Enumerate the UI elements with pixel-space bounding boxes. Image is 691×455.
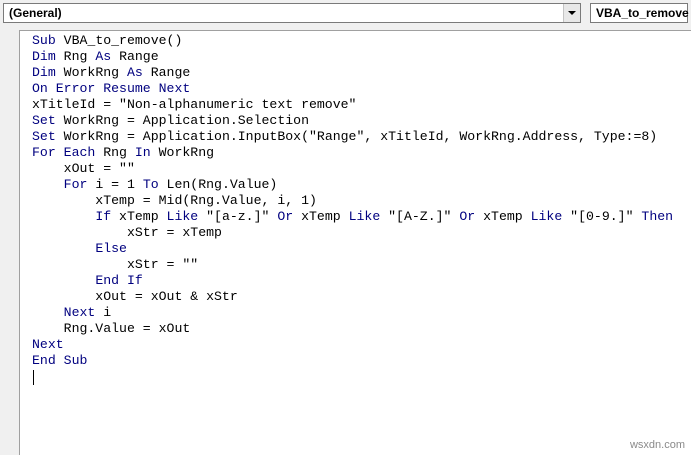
code-keyword: As: [126, 65, 143, 80]
code-line[interactable]: Sub VBA_to_remove(): [32, 33, 673, 49]
code-keyword: Dim: [32, 65, 56, 80]
code-token: xTemp: [475, 209, 531, 224]
code-line[interactable]: On Error Resume Next: [32, 81, 673, 97]
code-token: xTemp: [293, 209, 349, 224]
code-token: WorkRng = Application.InputBox("Range", …: [55, 129, 658, 144]
code-token: WorkRng: [150, 145, 215, 160]
code-keyword: On Error Resume Next: [32, 81, 191, 96]
code-keyword: For: [63, 177, 88, 192]
chevron-down-icon: [568, 11, 576, 15]
code-token: xOut = xOut & xStr: [32, 289, 238, 304]
code-line[interactable]: xTitleId = "Non-alphanumeric text remove…: [32, 97, 673, 113]
code-token: i = 1: [87, 177, 143, 192]
code-token: i: [95, 305, 112, 320]
code-token: xStr = "": [32, 257, 199, 272]
code-keyword: As: [95, 49, 112, 64]
code-line[interactable]: Next i: [32, 305, 673, 321]
code-line[interactable]: End Sub: [32, 353, 673, 369]
code-token: "[A-Z.]": [380, 209, 460, 224]
object-dropdown[interactable]: (General): [3, 3, 581, 23]
code-line[interactable]: Dim WorkRng As Range: [32, 65, 673, 81]
object-dropdown-button[interactable]: [563, 4, 580, 22]
code-token: "[0-9.]": [562, 209, 642, 224]
code-line[interactable]: Set WorkRng = Application.InputBox("Rang…: [32, 129, 673, 145]
code-line[interactable]: If xTemp Like "[a-z.]" Or xTemp Like "[A…: [32, 209, 673, 225]
procedure-dropdown-value: VBA_to_remove: [596, 6, 689, 20]
code-line[interactable]: Dim Rng As Range: [32, 49, 673, 65]
code-line[interactable]: xOut = xOut & xStr: [32, 289, 673, 305]
code-token: xTemp: [111, 209, 167, 224]
code-keyword: In: [134, 145, 151, 160]
code-text[interactable]: Sub VBA_to_remove() Dim Rng As Range Dim W…: [32, 33, 673, 369]
code-line[interactable]: Rng.Value = xOut: [32, 321, 673, 337]
text-cursor: [33, 370, 34, 385]
code-token: Rng.Value = xOut: [32, 321, 191, 336]
code-keyword: Like: [166, 209, 199, 224]
code-token: VBA_to_remove(): [55, 33, 183, 48]
code-line[interactable]: For i = 1 To Len(Rng.Value): [32, 177, 673, 193]
code-line[interactable]: End If: [32, 273, 673, 289]
code-keyword: To: [142, 177, 159, 192]
code-keyword: Like: [348, 209, 381, 224]
code-line[interactable]: xOut = "": [32, 161, 673, 177]
code-line[interactable]: Else: [32, 241, 673, 257]
code-token: WorkRng = Application.Selection: [55, 113, 309, 128]
code-line[interactable]: For Each Rng In WorkRng: [32, 145, 673, 161]
procedure-dropdown[interactable]: VBA_to_remove: [590, 3, 689, 23]
code-keyword: Or: [459, 209, 476, 224]
code-line[interactable]: Set WorkRng = Application.Selection: [32, 113, 673, 129]
code-line[interactable]: Next: [32, 337, 673, 353]
code-keyword: Or: [277, 209, 294, 224]
code-keyword: If: [95, 209, 112, 224]
code-token: Range: [142, 65, 191, 80]
code-window-toolbar: (General) VBA_to_remove: [0, 0, 691, 30]
watermark: wsxdn.com: [629, 439, 685, 451]
code-token: Len(Rng.Value): [158, 177, 278, 192]
code-keyword: Dim: [32, 49, 56, 64]
code-keyword: Sub: [32, 33, 56, 48]
code-token: "[a-z.]": [198, 209, 278, 224]
code-editor[interactable]: Sub VBA_to_remove() Dim Rng As Range Dim W…: [19, 30, 691, 455]
code-line[interactable]: xStr = "": [32, 257, 673, 273]
code-keyword: Next: [63, 305, 96, 320]
code-token: xTemp = Mid(Rng.Value, i, 1): [32, 193, 317, 208]
code-token: xOut = "": [32, 161, 135, 176]
code-keyword: Like: [530, 209, 563, 224]
code-margin-indicator-bar[interactable]: [0, 30, 19, 455]
code-keyword: Then: [641, 209, 674, 224]
object-dropdown-value: (General): [9, 6, 62, 20]
code-token: WorkRng: [55, 65, 127, 80]
code-keyword: Else: [95, 241, 127, 256]
code-token: Rng: [95, 145, 135, 160]
code-token: xStr = xTemp: [32, 225, 222, 240]
code-token: Range: [111, 49, 159, 64]
code-token: Rng: [55, 49, 96, 64]
code-keyword: For Each: [32, 145, 96, 160]
code-line[interactable]: xTemp = Mid(Rng.Value, i, 1): [32, 193, 673, 209]
code-keyword: Next: [32, 337, 64, 352]
code-keyword: Set: [32, 129, 56, 144]
code-line[interactable]: xStr = xTemp: [32, 225, 673, 241]
code-keyword: End Sub: [32, 353, 88, 368]
code-token: xTitleId = "Non-alphanumeric text remove…: [32, 97, 357, 112]
code-keyword: Set: [32, 113, 56, 128]
code-keyword: End If: [95, 273, 143, 288]
